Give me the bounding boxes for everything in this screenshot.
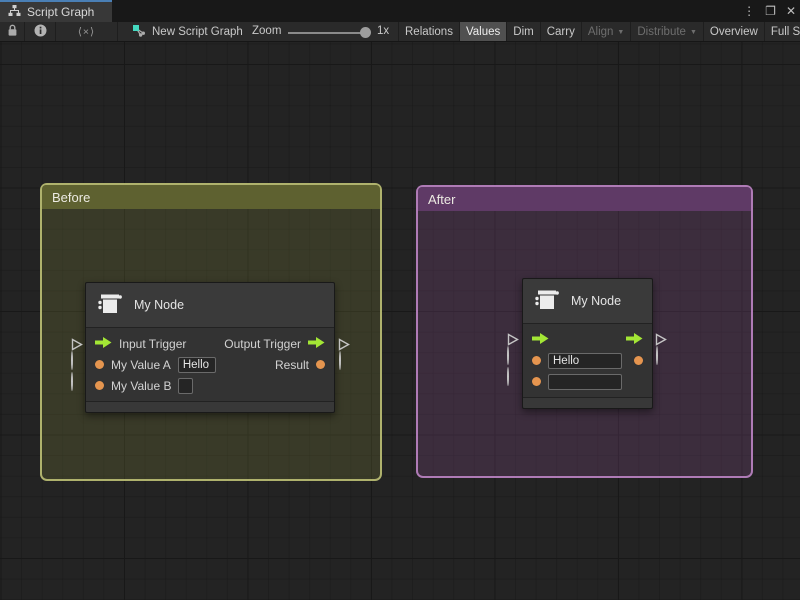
value-in-port-icon[interactable] [95,360,104,369]
value-b-label: My Value B [111,379,171,393]
group-before-header[interactable]: Before [42,185,380,209]
tab-label: Script Graph [27,5,94,19]
input-trigger-label: Input Trigger [119,337,186,351]
maximize-icon[interactable]: ❐ [765,4,776,18]
zoom-slider-track[interactable] [288,32,364,34]
view-button-group: Relations Values Dim Carry Align▼ Distri… [398,22,800,41]
node-footer [86,401,334,412]
values-button[interactable]: Values [459,22,506,41]
node-my-node-after[interactable]: My Node Hello [522,278,653,409]
graph-hierarchy-icon [8,5,21,19]
trigger-out-port-icon[interactable] [626,333,643,347]
node-my-node-before[interactable]: My Node Input Trigger Output Trigger My … [85,282,335,413]
graph-name-label: New Script Graph [152,26,243,38]
chevron-down-icon: ▼ [690,29,697,36]
value-out-port-icon[interactable] [634,356,643,365]
graph-breadcrumb[interactable]: New Script Graph [132,22,243,41]
zoom-label: Zoom [252,25,281,37]
trigger-out-port-icon[interactable] [308,337,325,351]
trigger-in-port-icon[interactable] [95,337,112,351]
chevron-down-icon: ▼ [617,29,624,36]
zoom-value: 1x [377,25,389,37]
output-trigger-label: Output Trigger [224,337,301,351]
full-screen-button[interactable]: Full Screen [764,22,800,41]
close-icon[interactable]: ✕ [786,4,796,18]
value-out-port-icon[interactable] [316,360,325,369]
node-body: Input Trigger Output Trigger My Value A … [86,328,334,401]
inspect-button[interactable] [25,22,56,41]
value-in-port-icon[interactable] [95,381,104,390]
overview-button[interactable]: Overview [703,22,764,41]
value-in-port-icon[interactable] [532,356,541,365]
result-label: Result [275,358,309,372]
node-header[interactable]: My Node [86,283,334,328]
value-in-port-icon[interactable] [532,377,541,386]
group-after-header[interactable]: After [418,187,751,211]
value-a-label: My Value A [111,358,171,372]
group-after-title: After [428,192,455,207]
info-icon [34,24,47,40]
carry-button[interactable]: Carry [540,22,581,41]
value-a-field[interactable]: Hello [178,357,216,373]
external-trigger-in-port-icon[interactable] [507,333,519,346]
unit-icon [97,292,123,319]
titlebar: Script Graph ⋮ ❐ ✕ [0,0,800,22]
unit-icon [534,288,560,315]
dim-button[interactable]: Dim [506,22,539,41]
value-b-field[interactable] [178,378,193,394]
trigger-in-port-icon[interactable] [532,333,549,347]
script-graph-window: Script Graph ⋮ ❐ ✕ ⟨×⟩ [0,0,800,600]
code-preview-button[interactable]: ⟨×⟩ [56,22,118,41]
value-b-field[interactable] [548,374,622,390]
align-dropdown[interactable]: Align▼ [581,22,631,41]
value-a-field[interactable]: Hello [548,353,622,369]
node-title: My Node [134,298,184,312]
distribute-dropdown[interactable]: Distribute▼ [630,22,703,41]
node-title: My Node [571,294,621,308]
lock-icon [7,24,18,40]
external-trigger-out-port-icon[interactable] [338,338,350,351]
node-body: Hello [523,324,652,397]
node-footer [523,397,652,408]
node-header[interactable]: My Node [523,279,652,324]
zoom-slider-handle[interactable] [360,27,371,38]
external-trigger-in-port-icon[interactable] [71,338,83,351]
group-before-title: Before [52,190,90,205]
external-trigger-out-port-icon[interactable] [655,333,667,346]
tab-script-graph[interactable]: Script Graph [0,0,112,22]
toolbar: ⟨×⟩ New Script Graph Zoom 1x Relations V… [0,22,800,42]
relations-button[interactable]: Relations [398,22,459,41]
window-menu-icon[interactable]: ⋮ [743,4,755,18]
script-graph-asset-icon [132,24,146,40]
code-icon: ⟨×⟩ [78,26,95,38]
lock-button[interactable] [0,22,25,41]
graph-canvas[interactable]: Before After My Node Input Trigger [0,42,800,600]
